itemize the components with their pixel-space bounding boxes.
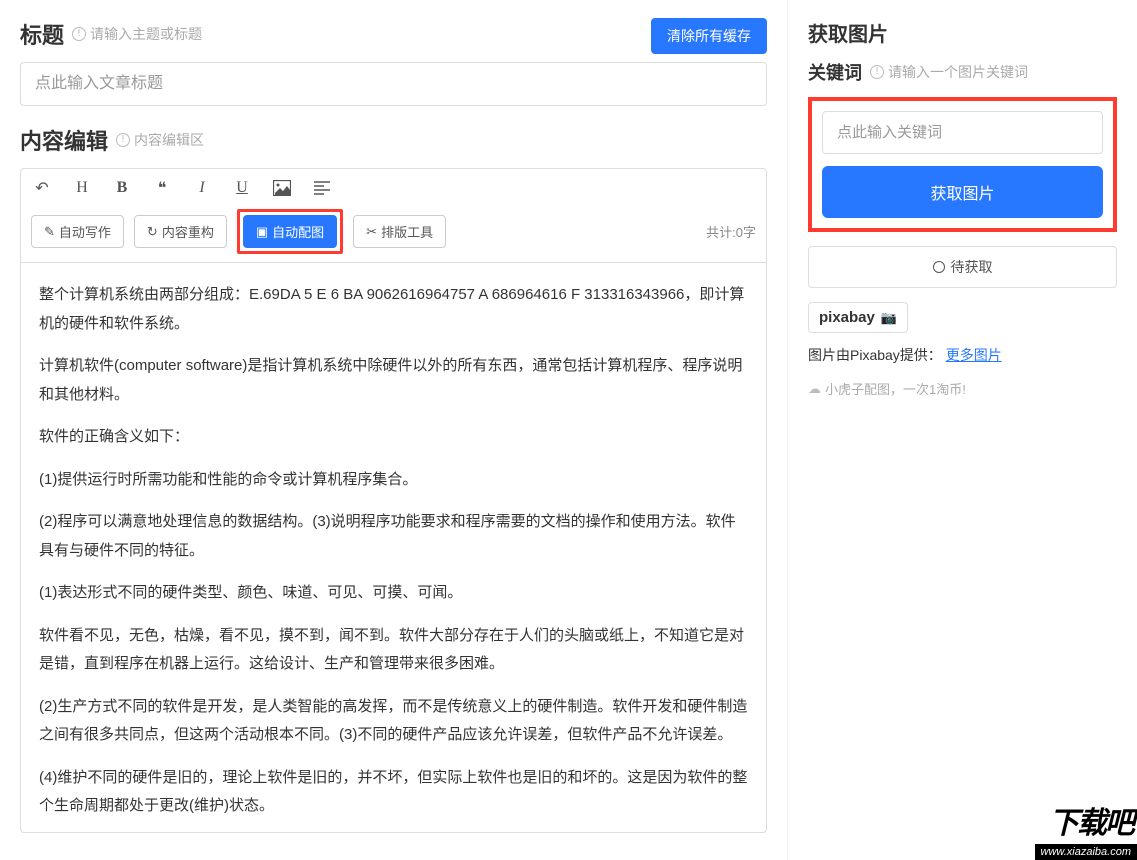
paragraph: (4)维护不同的硬件是旧的，理论上软件是旧的，并不坏，但实际上软件也是旧的和坏的… [39,764,748,821]
keyword-hint: ! 请输入一个图片关键词 [870,62,1028,82]
article-title-input[interactable] [20,62,767,106]
pending-status: 待获取 [808,246,1117,288]
info-icon: ! [116,133,130,147]
pencil-icon: ✎ [44,224,55,240]
more-images-link[interactable]: 更多图片 [946,347,1002,363]
paragraph: (1)表达形式不同的硬件类型、颜色、味道、可见、可摸、可闻。 [39,579,748,608]
paragraph: 整个计算机系统由两部分组成：E.69DA 5 E 6 BA 9062616964… [39,281,748,338]
paragraph: (2)生产方式不同的软件是开发，是人类智能的高发挥，而不是传统意义上的硬件制造。… [39,693,748,750]
keyword-input[interactable] [822,111,1103,154]
auto-image-button[interactable]: ▣ 自动配图 [243,215,337,248]
provider-text: 图片由Pixabay提供： 更多图片 [808,345,1117,365]
quote-icon[interactable]: ❝ [151,177,173,199]
auto-write-button[interactable]: ✎ 自动写作 [31,215,124,248]
bold-icon[interactable]: B [111,177,133,199]
underline-icon[interactable]: U [231,177,253,199]
paragraph: 软件看不见，无色，枯燥，看不见，摸不到，闻不到。软件大部分存在于人们的头脑或纸上… [39,622,748,679]
footer-note: ☁ 小虎子配图，一次1淘币! [808,379,1117,398]
title-label: 标题 [20,18,64,50]
italic-icon[interactable]: I [191,177,213,199]
layout-icon: ✂ [366,224,377,240]
content-label: 内容编辑 [20,124,108,156]
image-match-icon: ▣ [256,224,268,240]
paragraph: (2)程序可以满意地处理信息的数据结构。(3)说明程序功能要求和程序需要的文档的… [39,508,748,565]
paragraph: 软件的正确含义如下： [39,423,748,452]
info-icon: ! [870,65,884,79]
heading-icon[interactable]: H [71,177,93,199]
fetch-image-button[interactable]: 获取图片 [822,166,1103,218]
title-section-header: 标题 ! 请输入主题或标题 [20,18,202,50]
paragraph: 计算机软件(computer software)是指计算机系统中除硬件以外的所有… [39,352,748,409]
content-hint: ! 内容编辑区 [116,130,204,150]
undo-icon[interactable]: ↶ [31,177,53,199]
content-section-header: 内容编辑 ! 内容编辑区 [20,124,767,156]
keyword-highlight-box: 获取图片 [808,97,1117,232]
highlight-auto-image: ▣ 自动配图 [237,209,343,254]
fetch-title: 获取图片 [808,18,888,47]
keyword-label: 关键词 [808,59,862,85]
watermark-logo: 下载吧 [1049,798,1133,842]
editor-toolbar: ↶ H B ❝ I U ✎ 自动写作 [20,168,767,263]
camera-icon: 📷 [877,310,897,325]
clear-cache-button[interactable]: 清除所有缓存 [651,18,767,54]
align-left-icon[interactable] [311,177,333,199]
info-icon: ! [72,27,86,41]
paragraph: (1)提供运行时所需功能和性能的命令或计算机程序集合。 [39,466,748,495]
circle-icon [933,261,945,273]
pixabay-badge: pixabay 📷 [808,302,908,333]
cloud-icon: ☁ [808,381,821,397]
fetch-section-header: 获取图片 [808,18,1117,47]
restructure-button[interactable]: ↻ 内容重构 [134,215,227,248]
layout-tool-button[interactable]: ✂ 排版工具 [353,215,446,248]
word-count: 共计:0字 [706,222,756,241]
title-hint: ! 请输入主题或标题 [72,24,202,44]
keyword-section-header: 关键词 ! 请输入一个图片关键词 [808,59,1117,85]
image-icon[interactable] [271,177,293,199]
refresh-icon: ↻ [147,224,158,240]
editor-content[interactable]: 整个计算机系统由两部分组成：E.69DA 5 E 6 BA 9062616964… [20,263,767,833]
watermark-url: www.xiazaiba.com [1035,844,1137,860]
